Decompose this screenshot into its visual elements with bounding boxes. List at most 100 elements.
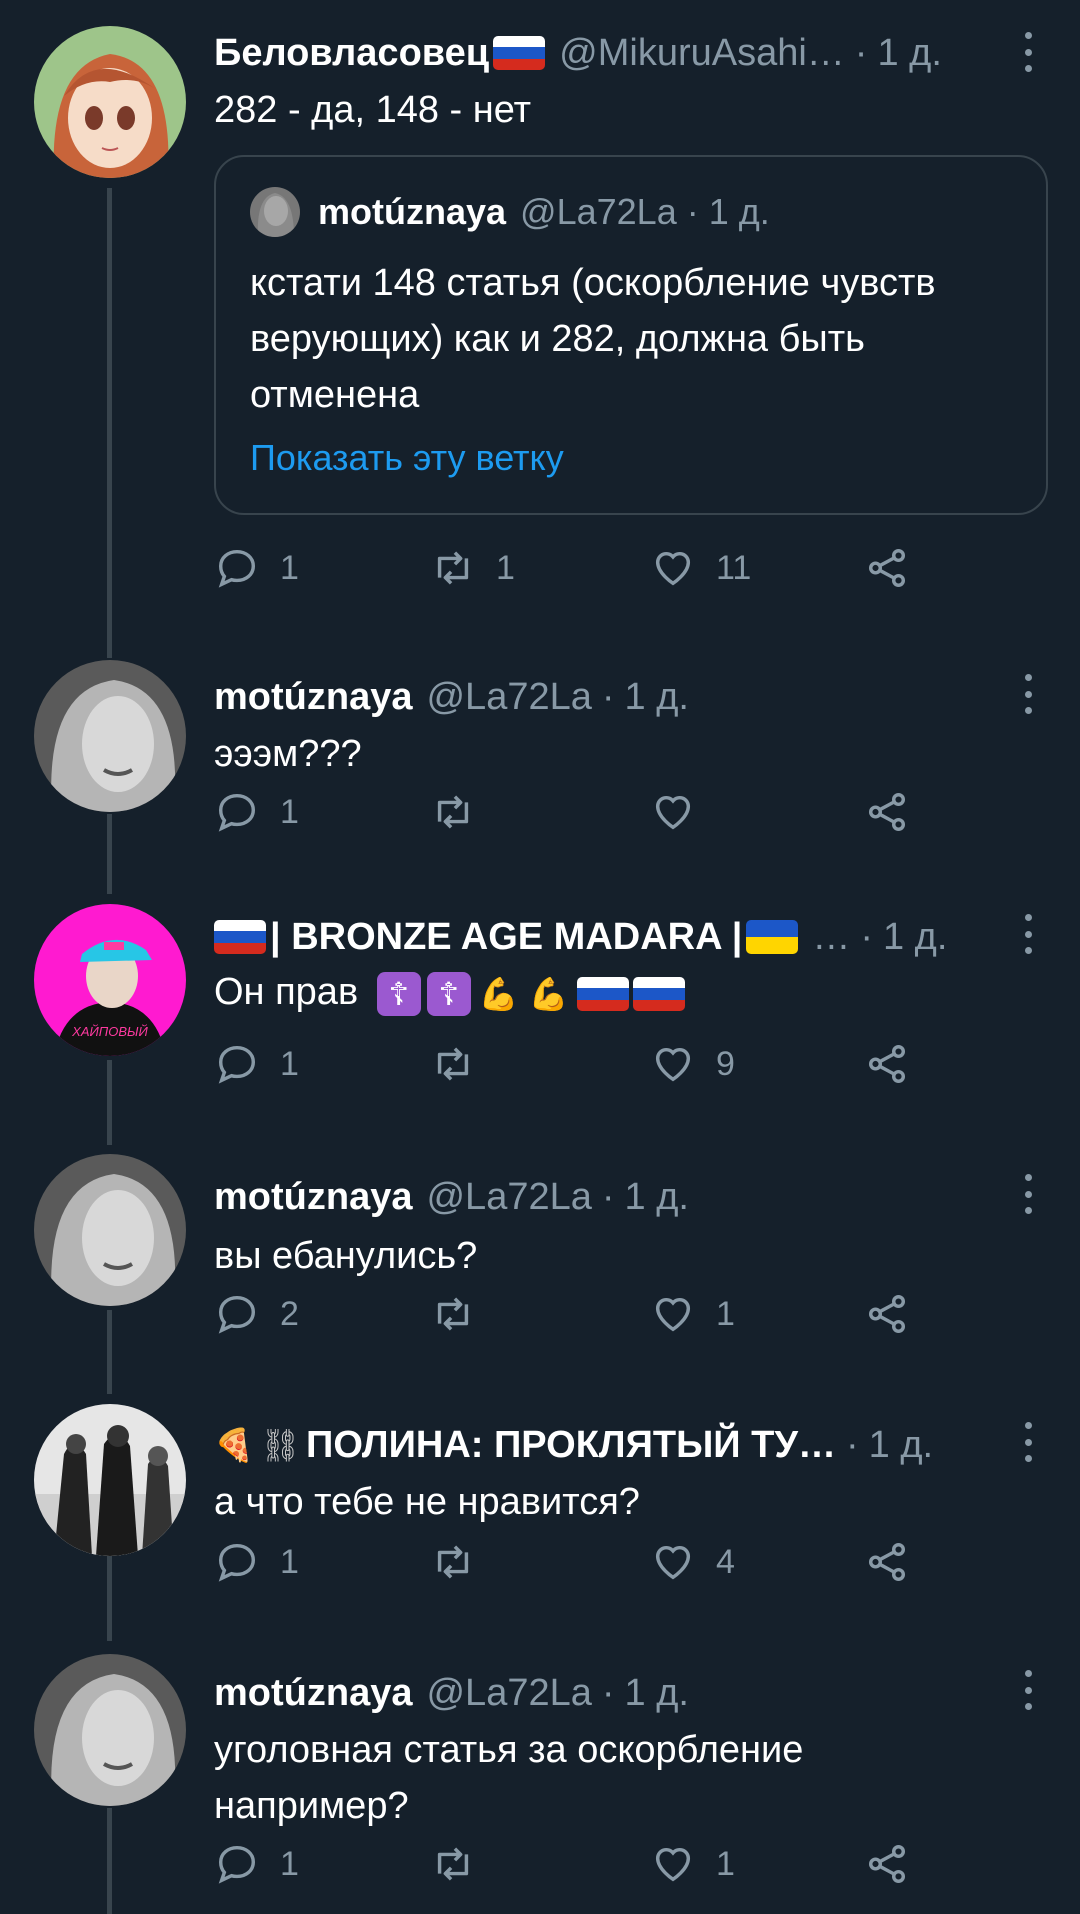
tweet-actions: 1 — [214, 782, 934, 842]
reply-button[interactable]: 1 — [214, 1532, 299, 1592]
tweet[interactable]: ХАЙПОВЫЙ | BRONZE AGE MADARA | … · 1 д. … — [0, 890, 1080, 1140]
retweet-icon — [437, 551, 469, 585]
like-button[interactable] — [650, 782, 716, 842]
tweet-header: motúznaya @La72La · 1 д. — [214, 1172, 1020, 1222]
share-button[interactable] — [864, 1834, 910, 1894]
like-count: 1 — [716, 1294, 735, 1333]
timestamp[interactable]: 1 д. — [625, 676, 689, 719]
tweet-actions: 1 1 11 — [214, 538, 934, 598]
quoted-text: кстати 148 статья (оскорбление чувств ве… — [250, 262, 936, 416]
tweet-header: Беловласовец @MikuruAsahi… · 1 д. — [214, 28, 1020, 78]
avatar[interactable] — [34, 1154, 186, 1306]
more-vertical-icon[interactable] — [1016, 674, 1040, 714]
more-vertical-icon[interactable] — [1016, 914, 1040, 954]
tweet-text-row: Он прав ☦ ☦ 💪 💪 — [214, 964, 1020, 1020]
retweet-icon — [437, 1545, 469, 1579]
show-thread-link[interactable]: Показать эту ветку — [250, 437, 564, 479]
tweet-header: motúznaya @La72La · 1 д. — [214, 672, 1020, 722]
heart-icon — [655, 1297, 691, 1332]
share-icon — [868, 1543, 906, 1581]
tweet[interactable]: motúznaya @La72La · 1 д. уголовная стать… — [0, 1640, 1080, 1914]
handle[interactable]: @La72La — [426, 676, 591, 719]
quoted-avatar — [250, 187, 300, 237]
display-name[interactable]: ПОЛИНА: ПРОКЛЯТЫЙ ТУ… — [306, 1424, 836, 1467]
like-button[interactable]: 1 — [650, 1284, 735, 1344]
retweet-button[interactable] — [430, 1034, 496, 1094]
reply-button[interactable]: 1 — [214, 782, 299, 842]
reply-count: 1 — [280, 548, 299, 587]
quoted-display-name: motúznaya — [318, 191, 507, 232]
tweet-text: уголовная статья за оскорбление например… — [214, 1729, 804, 1827]
like-button[interactable]: 11 — [650, 538, 751, 598]
retweet-icon — [437, 795, 469, 829]
avatar[interactable]: ХАЙПОВЫЙ — [34, 904, 186, 1056]
reply-icon — [218, 793, 256, 832]
share-button[interactable] — [864, 1034, 910, 1094]
display-name[interactable]: | BRONZE AGE MADARA | — [270, 916, 742, 959]
tweet[interactable]: Беловласовец @MikuruAsahi… · 1 д. 282 - … — [0, 0, 1080, 640]
separator-dot: · — [601, 1671, 615, 1714]
tweet[interactable]: motúznaya @La72La · 1 д. вы ебанулись? 2… — [0, 1140, 1080, 1390]
retweet-button[interactable] — [430, 1834, 496, 1894]
display-name[interactable]: motúznaya — [214, 1672, 412, 1715]
handle[interactable]: @La72La — [426, 1176, 591, 1219]
more-vertical-icon[interactable] — [1016, 1670, 1040, 1710]
share-button[interactable] — [864, 538, 910, 598]
like-count: 4 — [716, 1542, 735, 1581]
reply-count: 1 — [280, 1542, 299, 1581]
handle[interactable]: @MikuruAsahi… — [559, 32, 845, 75]
timestamp[interactable]: 1 д. — [883, 916, 947, 959]
reply-button[interactable]: 1 — [214, 1834, 299, 1894]
share-icon — [868, 549, 906, 587]
like-button[interactable]: 1 — [650, 1834, 735, 1894]
reply-button[interactable]: 1 — [214, 1034, 299, 1094]
separator-dot: · — [686, 191, 699, 232]
handle[interactable]: … — [812, 916, 850, 959]
avatar[interactable] — [34, 1404, 186, 1556]
display-name[interactable]: motúznaya — [214, 676, 412, 719]
tweet-actions: 1 1 — [214, 1834, 934, 1894]
like-count: 11 — [716, 548, 752, 587]
share-button[interactable] — [864, 782, 910, 842]
russia-flag-icon — [493, 36, 546, 70]
tweet-header: 🍕 ⛓ ПОЛИНА: ПРОКЛЯТЫЙ ТУ… · 1 д. — [214, 1420, 1020, 1470]
more-vertical-icon[interactable] — [1016, 32, 1040, 72]
quoted-timestamp: 1 д. — [708, 191, 770, 232]
more-vertical-icon[interactable] — [1016, 1174, 1040, 1214]
handle[interactable]: @La72La — [426, 1672, 591, 1715]
tweet[interactable]: motúznaya @La72La · 1 д. эээм??? 1 — [0, 640, 1080, 890]
tweet-actions: 1 9 — [214, 1034, 934, 1094]
retweet-button[interactable] — [430, 1532, 496, 1592]
more-vertical-icon[interactable] — [1016, 1422, 1040, 1462]
russia-flag-icon — [576, 976, 629, 1011]
tweet[interactable]: 🍕 ⛓ ПОЛИНА: ПРОКЛЯТЫЙ ТУ… · 1 д. а что т… — [0, 1390, 1080, 1640]
display-name[interactable]: Беловласовец — [214, 32, 489, 75]
reply-button[interactable]: 1 — [214, 538, 299, 598]
timestamp[interactable]: 1 д. — [869, 1424, 933, 1467]
heart-icon — [655, 551, 691, 586]
avatar[interactable] — [34, 26, 186, 178]
reply-icon — [218, 1543, 256, 1582]
tweet-header: | BRONZE AGE MADARA | … · 1 д. — [214, 912, 1020, 962]
quoted-tweet[interactable]: motúznaya @La72La · 1 д. кстати 148 стат… — [214, 155, 1048, 515]
heart-icon — [655, 795, 691, 830]
share-button[interactable] — [864, 1284, 910, 1344]
display-name[interactable]: motúznaya — [214, 1176, 412, 1219]
avatar[interactable] — [34, 1654, 186, 1806]
avatar[interactable] — [34, 660, 186, 812]
retweet-button[interactable] — [430, 782, 496, 842]
reply-button[interactable]: 2 — [214, 1284, 299, 1344]
retweet-button[interactable]: 1 — [430, 538, 515, 598]
timestamp[interactable]: 1 д. — [625, 1672, 689, 1715]
heart-icon — [655, 1545, 691, 1580]
timestamp[interactable]: 1 д. — [877, 32, 941, 75]
like-button[interactable]: 4 — [650, 1532, 735, 1592]
share-button[interactable] — [864, 1532, 910, 1592]
separator-dot: · — [860, 915, 873, 958]
like-count: 1 — [716, 1844, 735, 1883]
reply-count: 1 — [280, 1844, 299, 1883]
retweet-button[interactable] — [430, 1284, 496, 1344]
tweet-text: вы ебанулись? — [214, 1235, 478, 1277]
timestamp[interactable]: 1 д. — [625, 1176, 689, 1219]
like-button[interactable]: 9 — [650, 1034, 735, 1094]
